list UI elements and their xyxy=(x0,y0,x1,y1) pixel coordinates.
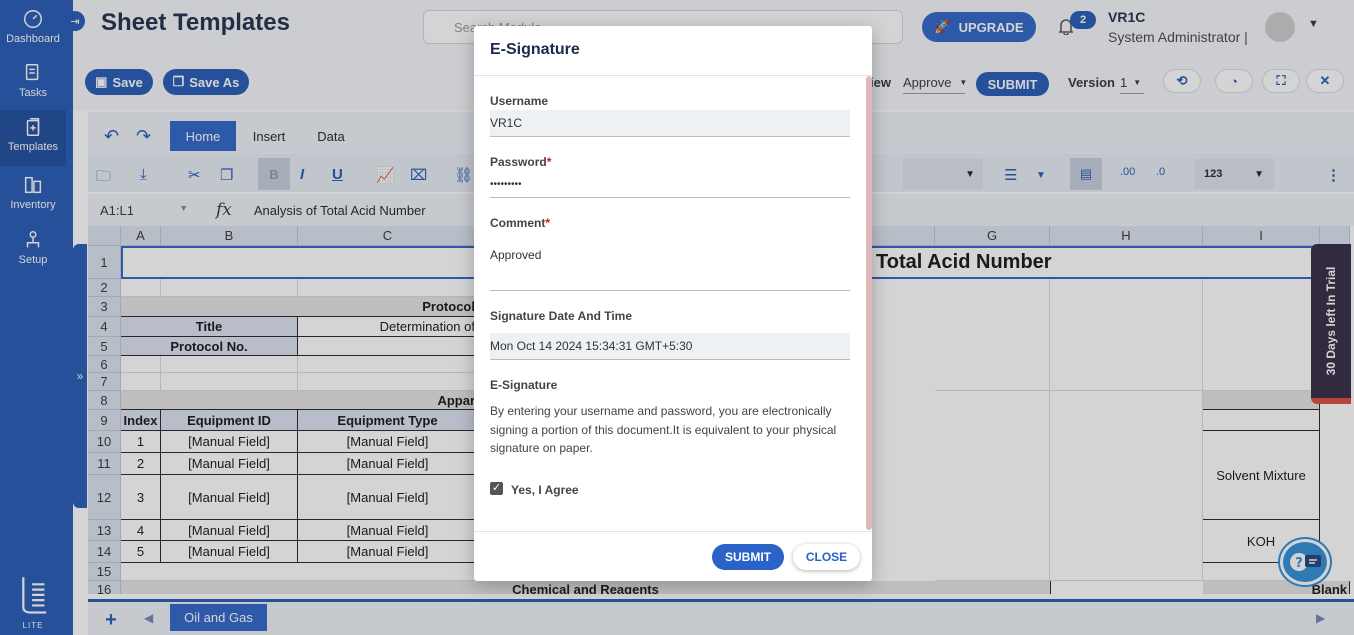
close-button[interactable]: CLOSE xyxy=(793,544,860,570)
submit-button[interactable]: SUBMIT xyxy=(712,544,784,570)
date-value: Mon Oct 14 2024 15:34:31 GMT+5:30 xyxy=(490,339,693,353)
esignature-label: E-Signature xyxy=(490,378,558,392)
username-field[interactable]: VR1C xyxy=(490,110,850,137)
required-mark: * xyxy=(545,216,551,230)
dialog-title: E-Signature xyxy=(490,41,580,58)
esignature-disclaimer: By entering your username and password, … xyxy=(490,404,837,455)
comment-value: Approved xyxy=(490,248,542,262)
date-label: Signature Date And Time xyxy=(490,309,633,323)
username-value: VR1C xyxy=(490,116,523,130)
password-field[interactable]: ••••••••• xyxy=(490,171,850,198)
comment-label: Comment* xyxy=(490,216,551,230)
agree-label[interactable]: Yes, I Agree xyxy=(511,483,579,497)
dialog-scrollbar[interactable] xyxy=(866,76,872,530)
required-mark: * xyxy=(546,155,552,169)
username-label: Username xyxy=(490,94,549,108)
agree-checkbox[interactable]: ✓ xyxy=(490,482,503,495)
password-label: Password* xyxy=(490,155,552,169)
password-value: ••••••••• xyxy=(490,178,522,190)
date-field: Mon Oct 14 2024 15:34:31 GMT+5:30 xyxy=(490,333,850,360)
e-signature-dialog: E-Signature Username VR1C Password* ••••… xyxy=(474,26,872,581)
comment-field[interactable]: Approved xyxy=(490,236,850,291)
